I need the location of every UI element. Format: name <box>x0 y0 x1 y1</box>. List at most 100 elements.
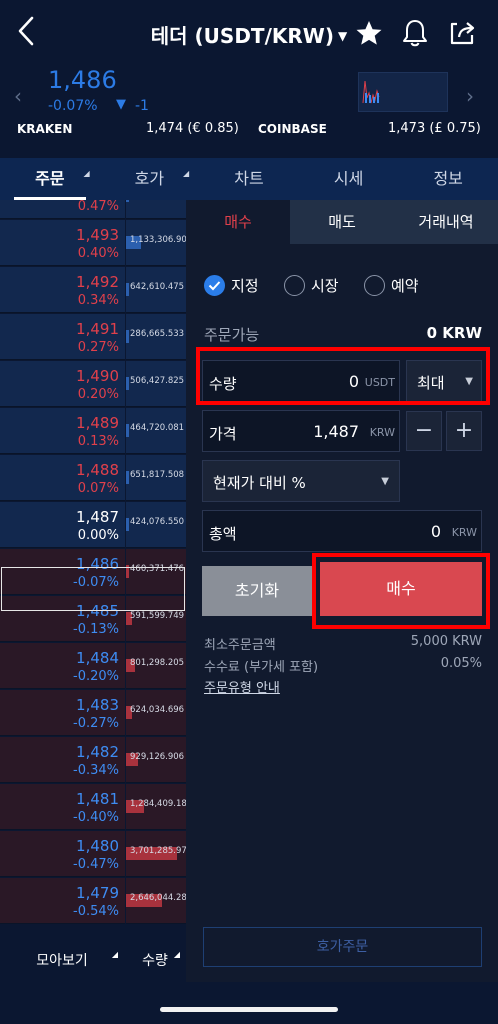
order-book-row[interactable]: 1,492 0.34% 642,610.475 <box>0 267 186 313</box>
price-field[interactable]: 가격 1,487 KRW <box>202 410 400 452</box>
volume-cell[interactable]: 1,133,306.901 <box>126 220 186 266</box>
tab-order[interactable]: 주문 ◢ <box>0 158 100 200</box>
order-book-row[interactable]: 1,4940.47%819,948.410 <box>0 200 186 219</box>
price-cell[interactable]: 1,482 -0.34% <box>0 737 125 783</box>
price-cell[interactable]: 1,490 0.20% <box>0 361 125 407</box>
volume-cell[interactable]: 2,646,044.284 <box>126 878 186 924</box>
tab-history[interactable]: 거래내역 <box>394 200 498 244</box>
volume-cell[interactable]: 464,720.081 <box>126 408 186 454</box>
percent-select[interactable]: 현재가 대비 % ▼ <box>202 460 400 502</box>
book-percent: 0.27% <box>77 340 119 355</box>
tab-label: 주문 <box>35 169 65 188</box>
volume-cell[interactable]: 424,076.550 <box>126 502 186 548</box>
price-cell[interactable]: 1,481 -0.40% <box>0 784 125 830</box>
price-cell[interactable]: 1,492 0.34% <box>0 267 125 313</box>
price-cell[interactable]: 1,491 0.27% <box>0 314 125 360</box>
tab-chart[interactable]: 차트 <box>199 158 299 200</box>
share-icon[interactable] <box>447 18 477 52</box>
order-book-row[interactable]: 1,484 -0.20% 801,298.205 <box>0 643 186 689</box>
quote-order-button[interactable]: 호가주문 <box>203 927 482 967</box>
order-book-row[interactable]: 1,490 0.20% 506,427.825 <box>0 361 186 407</box>
bell-icon[interactable] <box>400 18 430 52</box>
volume-cell[interactable]: 642,610.475 <box>126 267 186 313</box>
volume-cell[interactable]: 286,665.533 <box>126 314 186 360</box>
quantity-field[interactable]: 수량 0 USDT <box>202 360 400 402</box>
volume-cell[interactable]: 651,817.508 <box>126 455 186 501</box>
order-book-row[interactable]: 1,483 -0.27% 624,034.696 <box>0 690 186 736</box>
book-price: 1,487 <box>76 508 119 526</box>
total-field[interactable]: 총액 0 KRW <box>202 510 482 552</box>
volume-cell[interactable]: 624,034.696 <box>126 690 186 736</box>
price-label: 가격 <box>209 425 237 443</box>
min-order-label: 최소주문금액 <box>204 638 276 653</box>
total-label: 총액 <box>209 525 237 543</box>
radio-label: 지정 <box>231 277 259 295</box>
price-cell[interactable]: 1,484 -0.20% <box>0 643 125 689</box>
chevron-right-icon[interactable]: › <box>466 84 474 108</box>
star-icon[interactable] <box>355 20 383 50</box>
order-book-row[interactable]: 1,487 0.00% 424,076.550 <box>0 502 186 548</box>
book-percent: 0.13% <box>77 434 119 449</box>
book-volume: 642,610.475 <box>130 282 185 292</box>
price-cell[interactable]: 1,493 0.40% <box>0 220 125 266</box>
tab-info[interactable]: 정보 <box>398 158 498 200</box>
tab-buy[interactable]: 매수 <box>186 200 290 244</box>
chevron-down-icon: ▼ <box>337 29 348 43</box>
exchange-value-coinbase: 1,473 (£ 0.75) <box>388 121 481 136</box>
order-book-row[interactable]: 1,489 0.13% 464,720.081 <box>0 408 186 454</box>
radio-reserve[interactable]: 예약 <box>364 275 419 296</box>
book-price: 1,483 <box>76 696 119 714</box>
radio-market[interactable]: 시장 <box>284 275 339 296</box>
order-book-row[interactable]: 1,488 0.07% 651,817.508 <box>0 455 186 501</box>
radio-limit[interactable]: 지정 <box>204 275 259 296</box>
volume-cell[interactable]: 506,427.825 <box>126 361 186 407</box>
max-select[interactable]: 최대 ▼ <box>406 360 482 402</box>
book-volume: 591,599.749 <box>130 611 185 621</box>
price-cell[interactable]: 1,480 -0.47% <box>0 831 125 877</box>
tab-quote[interactable]: 호가 ◢ <box>100 158 200 200</box>
mini-chart[interactable] <box>358 72 448 112</box>
price-plus-button[interactable]: + <box>446 411 482 451</box>
fee-label: 수수료 (부가세 포함) <box>204 660 319 675</box>
order-book-row[interactable]: 1,493 0.40% 1,133,306.901 <box>0 220 186 266</box>
price-value: 1,487 <box>313 422 359 441</box>
dropdown-arrow-icon: ▼ <box>465 376 473 387</box>
radio-label: 예약 <box>391 277 419 295</box>
price-cell[interactable]: 1,487 0.00% <box>0 502 125 548</box>
home-indicator[interactable] <box>160 1007 338 1012</box>
buy-button[interactable]: 매수 <box>320 562 482 616</box>
price-cell[interactable]: 1,488 0.07% <box>0 455 125 501</box>
book-percent: -0.47% <box>73 857 119 872</box>
price-cell[interactable]: 1,479 -0.54% <box>0 878 125 924</box>
order-book-row[interactable]: 1,481 -0.40% 1,284,409.185 <box>0 784 186 830</box>
order-book[interactable]: 1,4940.47%819,948.410 1,493 0.40% 1,133,306… <box>0 200 186 940</box>
order-book-row[interactable]: 1,482 -0.34% 929,126.906 <box>0 737 186 783</box>
plus-icon: + <box>454 418 474 443</box>
book-percent: -0.20% <box>73 669 119 684</box>
volume-cell[interactable]: 819,948.410 <box>126 200 186 219</box>
volume-cell[interactable]: 929,126.906 <box>126 737 186 783</box>
chevron-left-icon[interactable]: ‹ <box>14 84 22 108</box>
quantity-toggle-label: 수량 <box>142 953 168 969</box>
price-cell[interactable]: 1,483 -0.27% <box>0 690 125 736</box>
book-volume: 929,126.906 <box>130 752 185 762</box>
order-book-row[interactable]: 1,479 -0.54% 2,646,044.284 <box>0 878 186 924</box>
volume-bar <box>126 377 129 390</box>
price-minus-button[interactable]: − <box>406 411 442 451</box>
corner-triangle-icon: ◢ <box>173 950 180 959</box>
order-type-guide-link[interactable]: 주문유형 안내 <box>204 677 280 696</box>
book-volume: 506,427.825 <box>130 376 185 386</box>
back-icon[interactable] <box>12 14 42 48</box>
quantity-toggle-button[interactable]: 수량 ◢ <box>124 940 186 982</box>
order-book-row[interactable]: 1,480 -0.47% 3,701,285.972 <box>0 831 186 877</box>
price-cell[interactable]: 1,489 0.13% <box>0 408 125 454</box>
tab-market[interactable]: 시세 <box>299 158 399 200</box>
group-view-button[interactable]: 모아보기 ◢ <box>0 940 124 982</box>
order-book-row[interactable]: 1,491 0.27% 286,665.533 <box>0 314 186 360</box>
price-cell[interactable]: 1,4940.47% <box>0 200 125 219</box>
reset-button[interactable]: 초기화 <box>202 566 312 616</box>
tab-sell[interactable]: 매도 <box>290 200 394 244</box>
volume-cell[interactable]: 3,701,285.972 <box>126 831 186 877</box>
volume-cell[interactable]: 801,298.205 <box>126 643 186 689</box>
volume-cell[interactable]: 1,284,409.185 <box>126 784 186 830</box>
